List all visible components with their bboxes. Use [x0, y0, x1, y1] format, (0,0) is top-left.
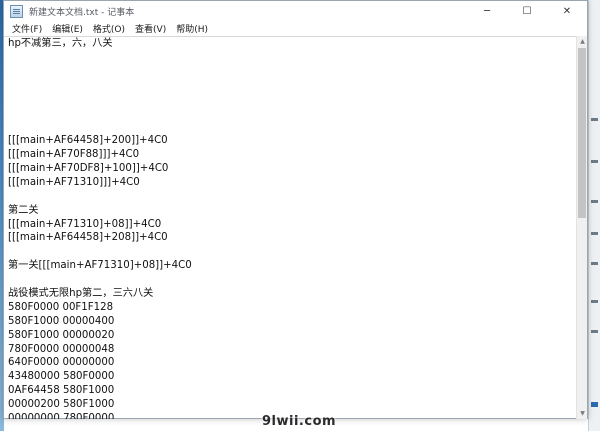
text-line: 580F1000 00000400 — [8, 315, 115, 327]
menu-view[interactable]: 查看(V) — [131, 22, 170, 35]
text-line: [[[main+AF64458]+208]]+4C0 — [8, 232, 168, 244]
text-line — [8, 245, 576, 259]
text-line: [[[main+AF71310]+08]]+4C0 — [8, 218, 162, 230]
menu-edit[interactable]: 编辑(E) — [48, 22, 87, 35]
text-line: 780F0000 00000048 — [8, 343, 115, 355]
text-line — [8, 120, 576, 134]
text-line: 战役模式无限hp第二，三六八关 — [8, 288, 154, 300]
text-line: [[[main+AF70DF8]+100]]+4C0 — [8, 163, 169, 175]
window-title: 新建文本文档.txt - 记事本 — [29, 7, 135, 18]
text-editor[interactable]: hp不减第三，六，八关 [[[main+AF64458]+200]]+4C0 [[[… — [4, 36, 576, 419]
menu-help[interactable]: 帮助(H) — [172, 22, 212, 35]
window-controls: ─ ☐ ✕ — [467, 1, 587, 21]
text-line — [8, 190, 576, 204]
title-bar[interactable]: 新建文本文档.txt - 记事本 ─ ☐ ✕ — [4, 1, 587, 21]
scroll-down-icon[interactable]: ▼ — [577, 408, 588, 419]
text-line: 43480000 580F0000 — [8, 371, 115, 383]
text-line: 00000200 580F1000 — [8, 399, 115, 411]
text-line: [[[main+AF71310]]]+4C0 — [8, 176, 140, 188]
text-line: [[[main+AF70F88]]]+4C0 — [8, 149, 140, 161]
text-line: 580F1000 00000020 — [8, 329, 115, 341]
minimize-button[interactable]: ─ — [467, 1, 507, 21]
text-line: 第一关[[[main+AF71310]+08]]+4C0 — [8, 260, 192, 272]
text-line: 580F0000 00F1F128 — [8, 301, 114, 313]
text-line — [8, 65, 576, 79]
text-line — [8, 106, 576, 120]
text-line — [8, 51, 576, 65]
text-line: 0AF64458 580F1000 — [8, 385, 115, 397]
vertical-scrollbar[interactable]: ▲ ▼ — [576, 36, 587, 419]
text-line: hp不减第三，六，八关 — [8, 38, 113, 49]
close-button[interactable]: ✕ — [547, 1, 587, 21]
text-line — [8, 93, 576, 107]
text-line: 第二关 — [8, 204, 39, 216]
menu-format[interactable]: 格式(O) — [89, 22, 129, 35]
maximize-button[interactable]: ☐ — [507, 1, 547, 21]
site-watermark: 9lwii.com — [262, 414, 337, 429]
menu-file[interactable]: 文件(F) — [8, 22, 46, 35]
text-line — [8, 273, 576, 287]
scroll-up-icon[interactable]: ▲ — [577, 36, 588, 47]
scroll-thumb[interactable] — [578, 48, 586, 218]
menu-bar: 文件(F) 编辑(E) 格式(O) 查看(V) 帮助(H) — [4, 21, 587, 36]
text-line — [8, 79, 576, 93]
text-line: [[[main+AF64458]+200]]+4C0 — [8, 135, 168, 147]
notepad-app-icon[interactable] — [10, 4, 23, 18]
notepad-window: 新建文本文档.txt - 记事本 ─ ☐ ✕ 文件(F) 编辑(E) 格式(O)… — [3, 0, 588, 419]
text-line: 640F0000 00000000 — [8, 357, 115, 369]
background-window-edge — [588, 0, 600, 431]
